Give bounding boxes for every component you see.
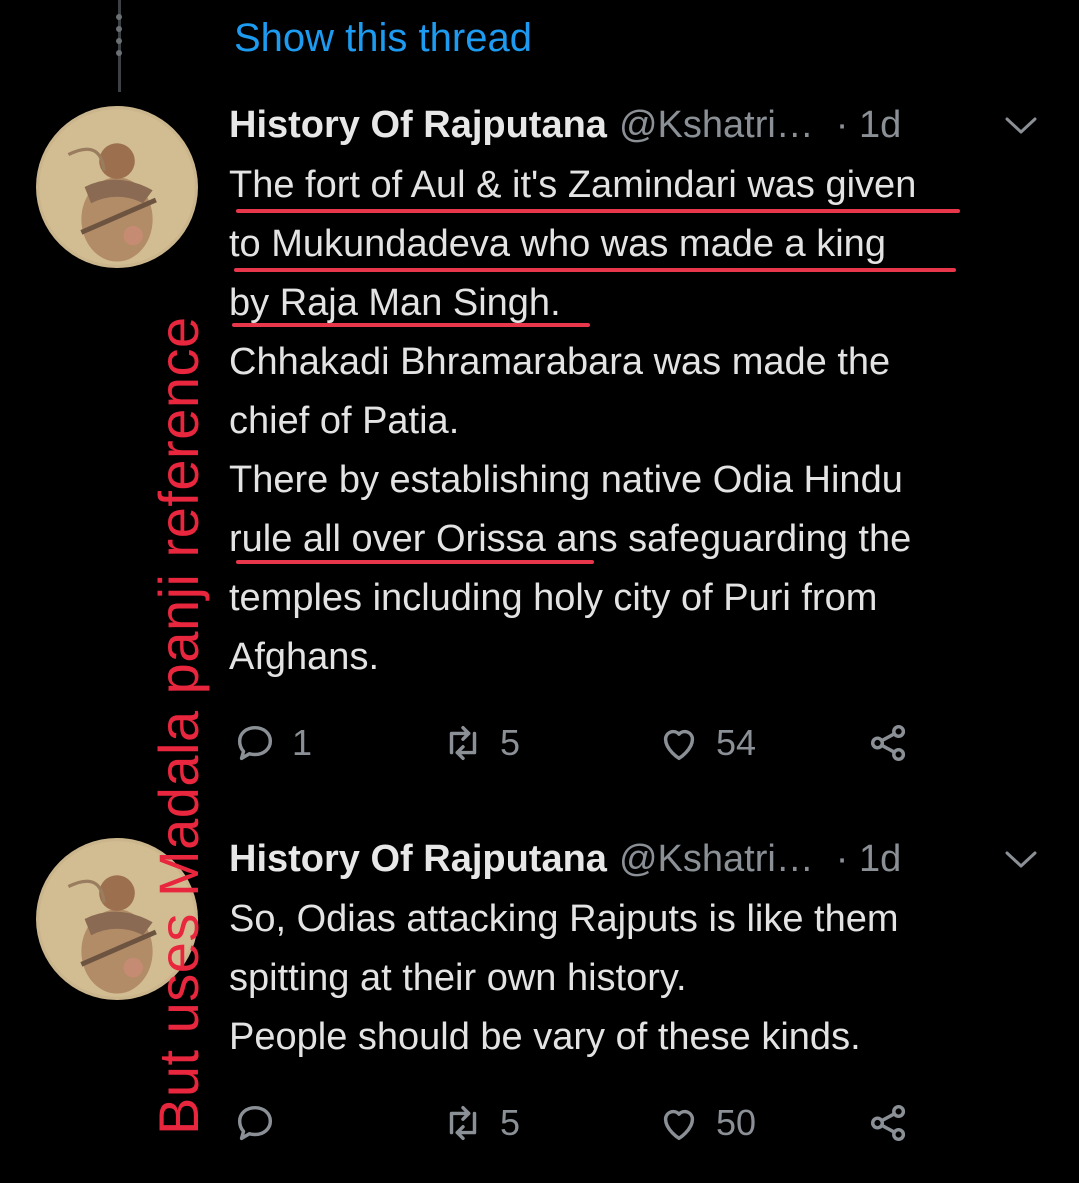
share-button[interactable] bbox=[866, 720, 912, 766]
author-handle[interactable]: @Kshatri… bbox=[619, 104, 814, 147]
avatar-image bbox=[36, 106, 198, 268]
like-count: 54 bbox=[716, 722, 757, 763]
author-name[interactable]: History Of Rajputana bbox=[229, 104, 607, 147]
retweet-button[interactable]: 5 bbox=[440, 1100, 520, 1146]
reply-button[interactable] bbox=[232, 1100, 292, 1146]
tweet-timestamp[interactable]: · 1d bbox=[836, 104, 901, 147]
chevron-down-icon[interactable] bbox=[1004, 116, 1038, 136]
tweet-actions: 1 5 54 bbox=[232, 720, 932, 770]
tweet-text: So, Odias attacking Rajputs is like them… bbox=[229, 890, 1059, 1067]
reply-icon bbox=[237, 1105, 273, 1141]
retweet-icon bbox=[449, 1105, 477, 1141]
share-icon bbox=[870, 1104, 906, 1142]
thread-more-dots-icon bbox=[110, 14, 128, 74]
avatar[interactable] bbox=[36, 106, 198, 268]
reply-icon bbox=[237, 725, 273, 761]
tweet-text-line: temples including holy city of Puri from bbox=[229, 577, 878, 619]
tweet-header: History Of Rajputana @Kshatri… · 1d bbox=[229, 104, 901, 147]
like-count: 50 bbox=[716, 1102, 757, 1143]
annotation-underline bbox=[232, 323, 590, 327]
retweet-count: 5 bbox=[500, 1102, 521, 1143]
tweet-text-line: So, Odias attacking Rajputs is like them bbox=[229, 898, 899, 940]
tweet-actions: 5 50 bbox=[232, 1100, 932, 1150]
tweet-text-line: The fort of Aul & it's Zamindari was giv… bbox=[229, 164, 917, 206]
annotation-underline bbox=[234, 268, 956, 272]
reply-button[interactable]: 1 bbox=[232, 720, 312, 766]
retweet-count: 5 bbox=[500, 722, 521, 763]
author-handle[interactable]: @Kshatri… bbox=[619, 838, 814, 881]
like-button[interactable]: 54 bbox=[656, 720, 756, 766]
reply-count: 1 bbox=[292, 722, 313, 763]
tweet-text-line: Afghans. bbox=[229, 636, 379, 678]
chevron-down-icon[interactable] bbox=[1004, 850, 1038, 870]
tweet-text-line: to Mukundadeva who was made a king bbox=[229, 223, 886, 265]
like-icon bbox=[663, 729, 695, 761]
share-icon bbox=[870, 724, 906, 762]
tweet-text-line: People should be vary of these kinds. bbox=[229, 1016, 861, 1058]
author-name[interactable]: History Of Rajputana bbox=[229, 838, 607, 881]
tweet-text-line: Chhakadi Bhramarabara was made the bbox=[229, 341, 891, 383]
tweet-text-line: There by establishing native Odia Hindu bbox=[229, 459, 903, 501]
retweet-button[interactable]: 5 bbox=[440, 720, 520, 766]
share-button[interactable] bbox=[866, 1100, 912, 1146]
annotation-underline bbox=[236, 209, 960, 213]
annotation-vertical-text: But uses Madala panji reference bbox=[147, 316, 210, 1135]
tweet-text-line: chief of Patia. bbox=[229, 400, 460, 442]
like-icon bbox=[663, 1109, 695, 1141]
tweet-header: History Of Rajputana @Kshatri… · 1d bbox=[229, 838, 901, 881]
retweet-icon bbox=[449, 725, 477, 761]
tweet-text: The fort of Aul & it's Zamindari was giv… bbox=[229, 156, 1059, 687]
like-button[interactable]: 50 bbox=[656, 1100, 756, 1146]
tweet-text-line: spitting at their own history. bbox=[229, 957, 687, 999]
show-thread-link[interactable]: Show this thread bbox=[234, 16, 532, 61]
annotation-underline bbox=[236, 560, 594, 564]
tweet-timestamp[interactable]: · 1d bbox=[836, 838, 901, 881]
